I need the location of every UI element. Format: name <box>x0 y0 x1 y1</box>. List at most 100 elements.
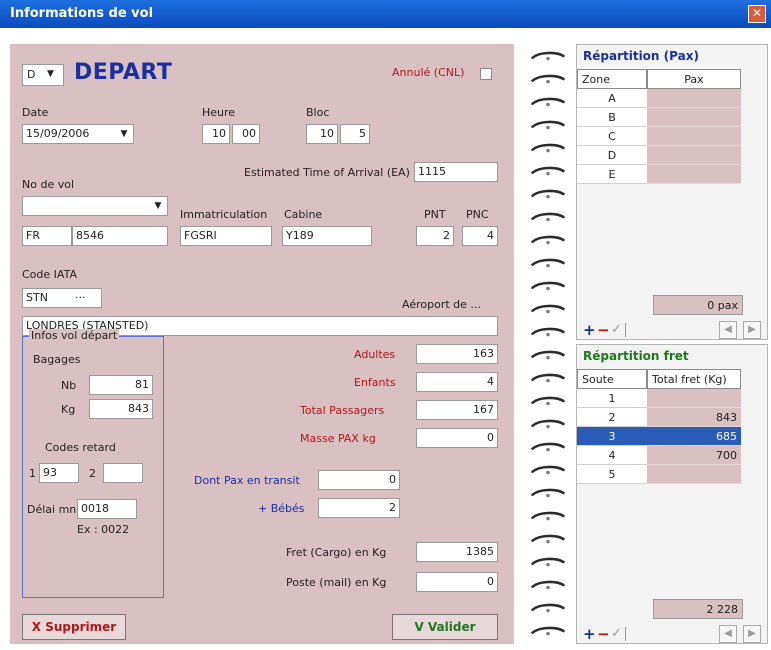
spiral-ring-icon <box>531 534 565 544</box>
prev-arrow-icon[interactable]: ◀ <box>719 321 737 339</box>
table-row[interactable]: D <box>577 146 741 165</box>
iata-label: Code IATA <box>22 268 77 281</box>
spiral-ring-icon <box>531 51 565 61</box>
cargo-field[interactable]: 1385 <box>416 542 498 562</box>
direction-select[interactable]: D ▼ <box>22 64 64 86</box>
zone-cell: B <box>577 108 647 127</box>
spiral-ring-icon <box>531 557 565 567</box>
table-row[interactable]: B <box>577 108 741 127</box>
transit-label: Dont Pax en transit <box>194 474 300 487</box>
pax-cell[interactable] <box>647 146 741 165</box>
spiral-ring-icon <box>531 235 565 245</box>
bloc-hour-field[interactable]: 10 <box>306 124 338 144</box>
bebes-field[interactable]: 2 <box>318 498 400 518</box>
spiral-ring-icon <box>531 511 565 521</box>
spiral-ring-icon <box>531 166 565 176</box>
zone-cell: A <box>577 89 647 108</box>
bagages-nb-field[interactable]: 81 <box>89 375 153 395</box>
check-icon[interactable]: ✓ <box>611 626 622 641</box>
chevron-down-icon[interactable]: ▼ <box>150 198 166 214</box>
remove-icon[interactable]: − <box>597 625 610 643</box>
eta-field[interactable]: 1115 <box>414 162 498 182</box>
enfants-field[interactable]: 4 <box>416 372 498 392</box>
soute-cell: 5 <box>577 465 647 484</box>
retard-2-label: 2 <box>89 467 96 480</box>
cancelled-label: Annulé (CNL) <box>392 66 465 79</box>
table-row[interactable]: 1 <box>577 389 741 408</box>
delai-field[interactable]: 0018 <box>77 499 137 519</box>
immat-field[interactable]: FGSRI <box>180 226 272 246</box>
validate-button[interactable]: V Valider <box>392 614 498 640</box>
pax-cell[interactable] <box>647 108 741 127</box>
spiral-ring-icon <box>531 304 565 314</box>
heure-minute-field[interactable]: 00 <box>232 124 260 144</box>
retard-2-field[interactable] <box>103 463 143 483</box>
remove-icon[interactable]: − <box>597 321 610 339</box>
heure-hour-field[interactable]: 10 <box>202 124 230 144</box>
fret-cell[interactable]: 843 <box>647 408 741 427</box>
add-icon[interactable]: + <box>583 625 596 643</box>
repartition-pax-grid: Zone Pax A B C D E <box>577 69 767 209</box>
prev-arrow-icon[interactable]: ◀ <box>719 625 737 643</box>
fret-cell[interactable]: 685 <box>647 427 741 446</box>
bagages-nb-label: Nb <box>61 379 77 392</box>
bagages-kg-field[interactable]: 843 <box>89 399 153 419</box>
delete-button[interactable]: X Supprimer <box>22 614 126 640</box>
table-row[interactable]: A <box>577 89 741 108</box>
fret-cell[interactable] <box>647 389 741 408</box>
flight-number-field[interactable]: 8546 <box>72 226 168 246</box>
notebook-spiral <box>520 44 574 644</box>
pax-cell[interactable] <box>647 165 741 184</box>
spiral-ring-icon <box>531 212 565 222</box>
repartition-pax-panel: Répartition (Pax) Zone Pax A B C D E 0 p… <box>576 44 768 340</box>
flight-prefix-field[interactable]: FR <box>22 226 72 246</box>
eta-label: Estimated Time of Arrival (EA) <box>244 166 410 179</box>
pnc-field[interactable]: 4 <box>462 226 498 246</box>
delai-label: Délai mn <box>27 503 77 516</box>
cargo-label: Fret (Cargo) en Kg <box>286 546 387 559</box>
masse-pax-field[interactable]: 0 <box>416 428 498 448</box>
pax-cell[interactable] <box>647 127 741 146</box>
check-icon[interactable]: ✓ <box>611 322 622 337</box>
flight-airline-select[interactable]: ▼ <box>22 196 168 216</box>
window-titlebar: Informations de vol ✕ <box>0 0 771 28</box>
table-row[interactable]: 4 700 <box>577 446 741 465</box>
total-pax-field[interactable]: 167 <box>416 400 498 420</box>
adultes-field[interactable]: 163 <box>416 344 498 364</box>
mail-field[interactable]: 0 <box>416 572 498 592</box>
bloc-minute-field[interactable]: 5 <box>340 124 370 144</box>
add-icon[interactable]: + <box>583 321 596 339</box>
transit-field[interactable]: 0 <box>318 470 400 490</box>
fret-cell[interactable] <box>647 465 741 484</box>
infos-vol-group: Infos vol départ Bagages Nb 81 Kg 843 Co… <box>22 329 164 598</box>
page-title: DEPART <box>74 60 173 85</box>
nav-divider <box>625 627 626 641</box>
table-row[interactable]: 5 <box>577 465 741 484</box>
repartition-fret-title: Répartition fret <box>583 349 689 363</box>
cabine-field[interactable]: Y189 <box>282 226 372 246</box>
immat-label: Immatriculation <box>180 208 268 221</box>
iata-code-value: STN <box>26 291 48 304</box>
next-arrow-icon[interactable]: ▶ <box>743 625 761 643</box>
table-row[interactable]: E <box>577 165 741 184</box>
date-field[interactable]: 15/09/2006 ▼ <box>22 124 134 144</box>
cancelled-checkbox[interactable] <box>480 68 492 80</box>
zone-cell: C <box>577 127 647 146</box>
table-row[interactable]: 2 843 <box>577 408 741 427</box>
repartition-fret-grid: Soute Total fret (Kg) 1 2 843 3 685 4 70… <box>577 369 767 509</box>
fret-cell[interactable]: 700 <box>647 446 741 465</box>
next-arrow-icon[interactable]: ▶ <box>743 321 761 339</box>
retard-1-field[interactable]: 93 <box>39 463 79 483</box>
iata-code-field[interactable]: STN ··· <box>22 288 102 308</box>
delai-example: Ex : 0022 <box>77 523 130 536</box>
table-row-selected[interactable]: 3 685 <box>577 427 741 446</box>
table-row[interactable]: C <box>577 127 741 146</box>
masse-pax-label: Masse PAX kg <box>300 432 376 445</box>
chevron-down-icon[interactable]: ▼ <box>116 126 132 142</box>
pnt-field[interactable]: 2 <box>416 226 454 246</box>
more-icon[interactable]: ··· <box>75 291 86 304</box>
close-button[interactable]: ✕ <box>748 5 766 23</box>
pax-cell[interactable] <box>647 89 741 108</box>
pnt-label: PNT <box>424 208 446 221</box>
date-label: Date <box>22 106 49 119</box>
